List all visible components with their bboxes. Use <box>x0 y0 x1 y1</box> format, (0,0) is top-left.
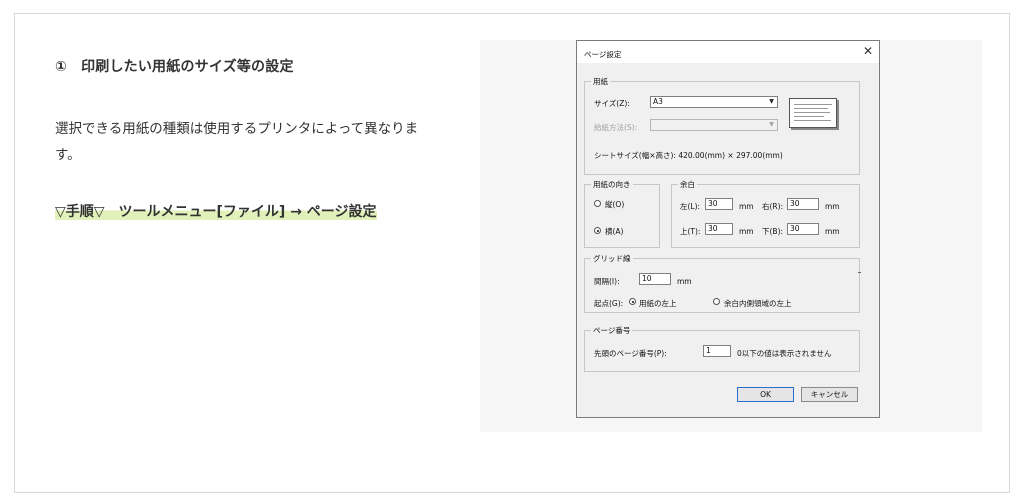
landscape-radio[interactable] <box>594 227 601 234</box>
margin-right-label: 右(R): <box>762 202 784 211</box>
margin-legend: 余白 <box>678 179 697 190</box>
procedure-highlight: ▽手順▽ ツールメニュー[ファイル] → ページ設定 <box>55 204 377 220</box>
size-value: A3 <box>653 97 663 106</box>
sheet-size-text: シートサイズ(幅×高さ): 420.00(mm) × 297.00(mm) <box>594 151 783 160</box>
feed-label: 給紙方法(S): <box>594 123 638 132</box>
orientation-group: 用紙の向き <box>584 179 660 248</box>
close-icon[interactable]: ✕ <box>863 45 873 57</box>
grid-origin-label: 起点(G): <box>594 299 624 308</box>
origin-paper-label: 用紙の左上 <box>639 299 677 308</box>
article-text: ① 印刷したい用紙のサイズ等の設定 選択できる用紙の種類は使用するプリンタによって… <box>55 56 435 220</box>
grid-group: グリッド線 <box>584 253 860 313</box>
procedure-text: ▽手順▽ ツールメニュー[ファイル] → ページ設定 <box>55 199 430 225</box>
portrait-radio[interactable] <box>594 200 601 207</box>
page-start-note: 0以下の値は表示されません <box>737 349 832 358</box>
dialog-title: ページ設定 <box>584 50 622 59</box>
chevron-down-icon: ▼ <box>769 121 774 128</box>
margin-left-label: 左(L): <box>680 202 701 211</box>
orientation-legend: 用紙の向き <box>591 179 633 190</box>
cancel-button[interactable]: キャンセル <box>801 387 858 402</box>
paper-preview <box>789 98 837 128</box>
margin-bottom-unit: mm <box>825 227 840 236</box>
margin-left-unit: mm <box>739 202 754 211</box>
portrait-label: 縦(O) <box>605 200 625 209</box>
feed-select[interactable]: ▼ <box>650 119 778 131</box>
grid-legend: グリッド線 <box>591 253 633 264</box>
margin-top-input[interactable]: 30 <box>705 223 733 235</box>
margin-top-unit: mm <box>739 227 754 236</box>
grid-interval-input[interactable]: 10 <box>639 273 671 285</box>
page-start-input[interactable]: 1 <box>703 345 731 357</box>
chevron-down-icon: ▼ <box>769 98 774 105</box>
origin-paper-radio[interactable] <box>629 298 636 305</box>
page-setup-dialog: ページ設定 ✕ 用紙 サイズ(Z): A3 ▼ 給紙方法(S): ▼ シートサイ… <box>576 40 880 418</box>
step-heading: ① 印刷したい用紙のサイズ等の設定 <box>55 56 435 76</box>
origin-margin-label: 余白内側領域の左上 <box>724 299 792 308</box>
dialog-titlebar: ページ設定 ✕ <box>577 41 879 63</box>
margin-group: 余白 <box>671 179 860 248</box>
step-title: 印刷したい用紙のサイズ等の設定 <box>81 59 294 75</box>
margin-right-unit: mm <box>825 202 840 211</box>
margin-bottom-label: 下(B): <box>762 227 784 236</box>
margin-bottom-input[interactable]: 30 <box>787 223 819 235</box>
grid-interval-label: 間隔(I): <box>594 277 620 286</box>
margin-top-label: 上(T): <box>680 227 701 236</box>
divider-mark <box>858 272 861 273</box>
page-number-legend: ページ番号 <box>591 325 633 336</box>
page-start-label: 先頭のページ番号(P): <box>594 349 667 358</box>
step-description: 選択できる用紙の種類は使用するプリンタによって異なります。 <box>55 121 419 163</box>
ok-button[interactable]: OK <box>737 387 794 402</box>
size-select[interactable]: A3 ▼ <box>650 96 778 108</box>
grid-interval-unit: mm <box>677 277 692 286</box>
margin-left-input[interactable]: 30 <box>705 198 733 210</box>
landscape-label: 横(A) <box>605 227 624 236</box>
origin-margin-radio[interactable] <box>713 298 720 305</box>
paper-legend: 用紙 <box>591 76 610 87</box>
step-number: ① <box>55 59 68 75</box>
margin-right-input[interactable]: 30 <box>787 198 819 210</box>
size-label: サイズ(Z): <box>594 99 630 108</box>
